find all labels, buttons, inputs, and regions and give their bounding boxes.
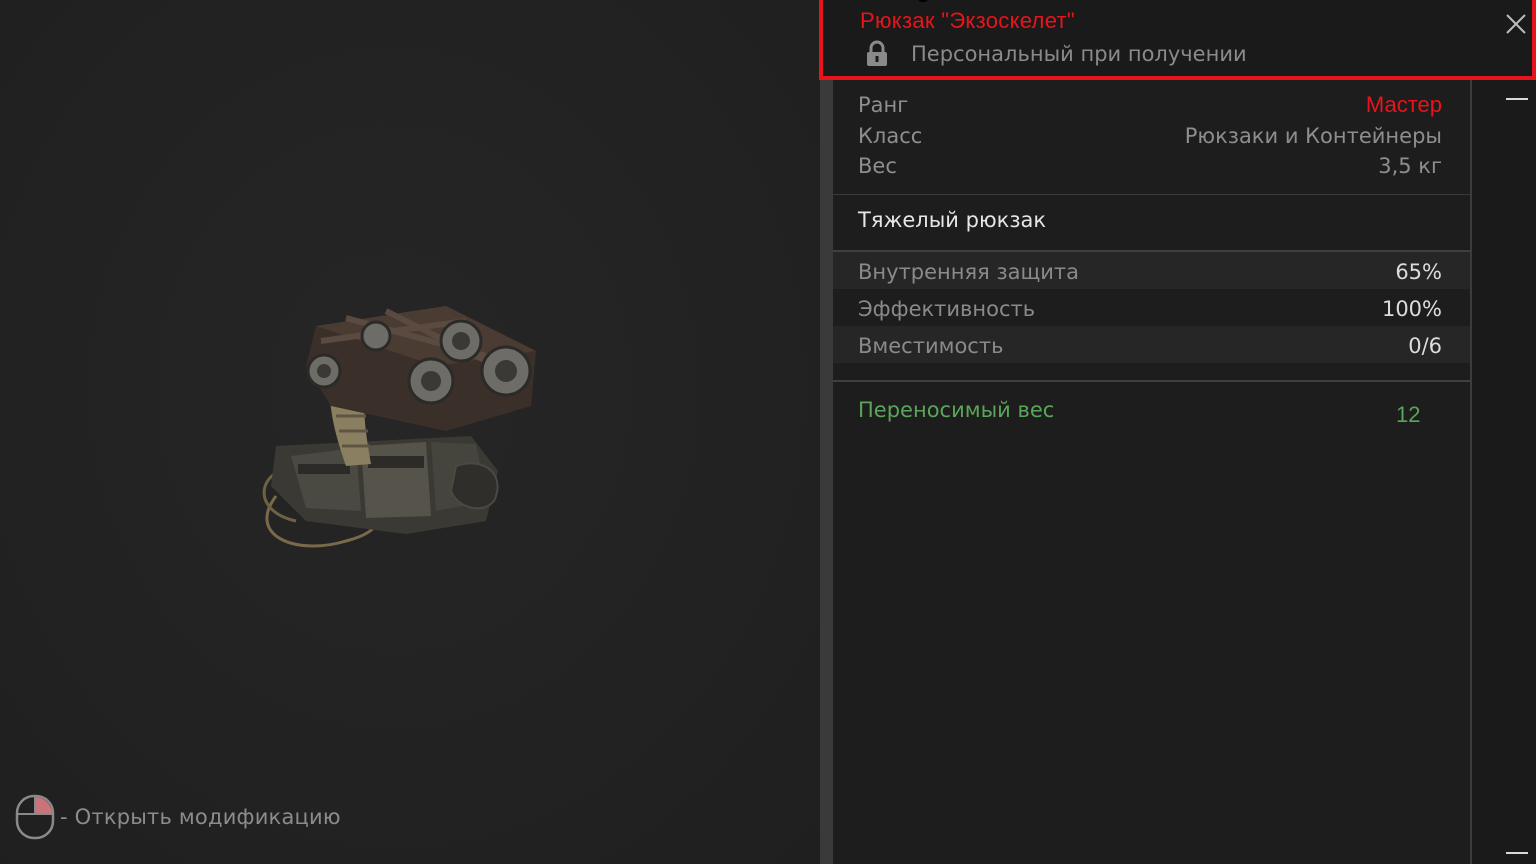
stat-row-internal-protection: Внутренняя защита 65% (858, 260, 1442, 284)
weight-value: 3,5 кг (1378, 154, 1442, 178)
item-viewer[interactable]: - Открыть модификацию (0, 0, 820, 864)
panel-divider (820, 0, 833, 864)
class-row: Класс Рюкзаки и Контейнеры (858, 124, 1442, 148)
binding-text: Персональный при получении (911, 42, 1247, 66)
close-icon[interactable] (1504, 12, 1528, 36)
item-subtype: Тяжелый рюкзак (858, 208, 1047, 232)
item-title: Рюкзак "Экзоскелет" (860, 8, 1075, 33)
class-value: Рюкзаки и Контейнеры (1184, 124, 1442, 148)
rank-label: Ранг (858, 93, 909, 117)
backpack-model-image[interactable] (236, 296, 556, 566)
stat-value: 65% (1395, 260, 1442, 284)
item-inspect-screen: - Открыть модификацию Рюкзак "Экзоскелет… (0, 0, 1536, 864)
rank-value: Мастер (1365, 92, 1442, 117)
stat-label: Внутренняя защита (858, 260, 1080, 284)
separator (833, 194, 1470, 195)
rank-row: Ранг Мастер (858, 92, 1442, 118)
stat-row-capacity: Вместимость 0/6 (858, 334, 1442, 358)
header-decoration (918, 0, 928, 2)
separator (833, 380, 1470, 382)
bonus-label: Переносимый вес (858, 398, 1055, 422)
class-label: Класс (858, 124, 923, 148)
mouse-icon (15, 794, 55, 840)
stat-label: Вместимость (858, 334, 1004, 358)
item-details-panel: Ранг Мастер Класс Рюкзаки и Контейнеры В… (833, 80, 1470, 864)
bonus-value: 12 (1396, 402, 1421, 427)
stat-row-efficiency: Эффективность 100% (858, 297, 1442, 321)
item-header: Рюкзак "Экзоскелет" Персональный при пол… (819, 0, 1536, 80)
binding-status: Персональный при получении (863, 40, 1247, 68)
hint-text: - Открыть модификацию (60, 805, 341, 829)
weight-label: Вес (858, 154, 897, 178)
stat-value: 0/6 (1408, 334, 1442, 358)
scrollbar-top-cap[interactable] (1506, 98, 1528, 100)
weight-row: Вес 3,5 кг (858, 154, 1442, 178)
scrollbar[interactable] (1472, 80, 1536, 864)
lock-icon (867, 40, 887, 66)
stat-value: 100% (1381, 297, 1442, 321)
open-modification-hint: - Открыть модификацию (14, 794, 341, 840)
scrollbar-bottom-cap[interactable] (1506, 852, 1528, 854)
stat-label: Эффективность (858, 297, 1036, 321)
